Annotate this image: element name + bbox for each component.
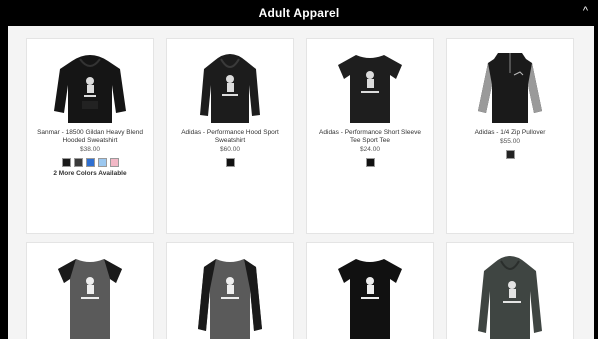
color-swatch[interactable]: [225, 158, 235, 167]
product-title[interactable]: Sanmar - 18500 Gildan Heavy Blend Hooded…: [27, 129, 153, 145]
section-title: Adult Apparel: [258, 6, 340, 20]
product-card[interactable]: [446, 242, 574, 339]
color-swatch[interactable]: [505, 150, 515, 159]
section-header: Adult Apparel ^: [0, 0, 598, 26]
color-swatches: [167, 158, 293, 167]
product-image[interactable]: [470, 45, 550, 125]
product-card[interactable]: [166, 242, 294, 339]
product-title[interactable]: Adidas - 1/4 Zip Pullover: [447, 129, 573, 137]
product-image[interactable]: [50, 249, 130, 339]
product-card[interactable]: Adidas - 1/4 Zip Pullover $55.00: [446, 38, 574, 234]
product-card[interactable]: Sanmar - 18500 Gildan Heavy Blend Hooded…: [26, 38, 154, 234]
product-card[interactable]: [306, 242, 434, 339]
product-image[interactable]: [50, 45, 130, 125]
product-card[interactable]: Adidas - Performance Hood Sport Sweatshi…: [166, 38, 294, 234]
product-title[interactable]: Adidas - Performance Short Sleeve Tee Sp…: [307, 129, 433, 145]
product-image[interactable]: [190, 45, 270, 125]
product-price: $24.00: [360, 146, 380, 153]
product-card[interactable]: [26, 242, 154, 339]
product-price: $38.00: [80, 146, 100, 153]
color-swatch[interactable]: [85, 158, 95, 167]
chevron-up-icon[interactable]: ^: [583, 5, 588, 17]
product-image[interactable]: [470, 249, 550, 339]
product-grid: Sanmar - 18500 Gildan Heavy Blend Hooded…: [8, 26, 594, 339]
product-price: $55.00: [500, 138, 520, 145]
color-swatches: [447, 150, 573, 159]
color-swatches: [27, 158, 153, 167]
color-swatch[interactable]: [365, 158, 375, 167]
product-price: $60.00: [220, 146, 240, 153]
more-colors-text: 2 More Colors Available: [53, 170, 127, 177]
color-swatch[interactable]: [97, 158, 107, 167]
color-swatches: [307, 158, 433, 167]
product-image[interactable]: [330, 249, 410, 339]
product-image[interactable]: [190, 249, 270, 339]
product-title[interactable]: Adidas - Performance Hood Sport Sweatshi…: [167, 129, 293, 145]
color-swatch[interactable]: [61, 158, 71, 167]
color-swatch[interactable]: [73, 158, 83, 167]
product-card[interactable]: Adidas - Performance Short Sleeve Tee Sp…: [306, 38, 434, 234]
color-swatch[interactable]: [109, 158, 119, 167]
product-image[interactable]: [330, 45, 410, 125]
